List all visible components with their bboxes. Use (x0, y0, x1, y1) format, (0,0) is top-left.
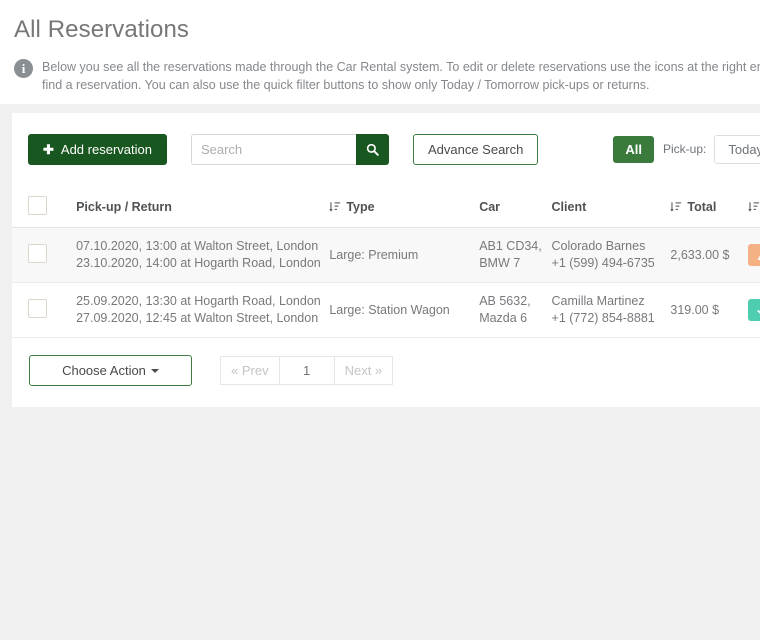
search-icon (366, 143, 379, 156)
status-badge: Confirmed (747, 299, 760, 321)
pickup-filter-label: Pick-up: (663, 142, 707, 156)
car-model: BMW 7 (479, 256, 521, 270)
info-circle-icon: i (14, 59, 33, 78)
advance-search-button[interactable]: Advance Search (412, 133, 539, 165)
page-description-line-1: Below you see all the reservations made … (42, 60, 760, 74)
search-submit-button[interactable] (355, 133, 389, 165)
sort-amount-icon (670, 202, 682, 212)
page-header: All Reservations i Below you see all the… (0, 0, 760, 104)
choose-action-dropdown[interactable]: Choose Action (29, 355, 192, 386)
chevron-down-icon (150, 369, 159, 373)
row-checkbox[interactable] (28, 244, 47, 263)
filter-all-button[interactable]: All (613, 135, 654, 163)
cell-status: Confirmed (747, 282, 760, 338)
header-car[interactable]: Car (479, 188, 552, 228)
return-datetime: 23.10.2020, 14:00 at Hogarth Road, Londo… (76, 256, 321, 270)
cell-car: AB1 CD34, BMW 7 (479, 227, 552, 283)
return-datetime: 27.09.2020, 12:45 at Walton Street, Lond… (76, 311, 319, 325)
row-checkbox[interactable] (28, 299, 47, 318)
page-description-line-2: find a reservation. You can also use the… (42, 78, 650, 92)
page-description: i Below you see all the reservations mad… (14, 58, 760, 94)
cell-total: 319.00 $ (670, 282, 748, 338)
filter-today-button[interactable]: Today (714, 134, 760, 164)
car-plate: AB 5632, (479, 294, 531, 308)
pagination-prev[interactable]: « Prev (220, 356, 280, 385)
table-head: Pick-up / Return Type Car Client Total (12, 188, 760, 228)
client-name: Colorado Barnes (551, 239, 646, 253)
table-row[interactable]: 25.09.2020, 13:30 at Hogarth Road, Londo… (12, 282, 760, 338)
add-reservation-label: Add reservation (60, 141, 152, 157)
header-type[interactable]: Type (329, 188, 480, 228)
search-input[interactable] (190, 133, 356, 165)
pickup-datetime: 07.10.2020, 13:00 at Walton Street, Lond… (76, 239, 319, 253)
pagination-page-1[interactable]: 1 (278, 356, 335, 385)
cell-client: Colorado Barnes +1 (599) 494-6735 (551, 227, 671, 283)
plus-icon: ✚ (43, 141, 54, 157)
header-total-label: Total (687, 200, 717, 214)
cell-total: 2,633.00 $ (670, 227, 748, 283)
quick-filters: All Pick-up: Today Tomorrow (613, 134, 760, 164)
car-plate: AB1 CD34, (479, 239, 542, 253)
choose-action-label: Choose Action (62, 363, 146, 378)
select-all-checkbox[interactable] (28, 196, 47, 215)
table-row[interactable]: 07.10.2020, 13:00 at Walton Street, Lond… (12, 227, 760, 283)
client-phone: +1 (599) 494-6735 (551, 256, 655, 270)
cell-type: Large: Station Wagon (329, 282, 480, 338)
header-client[interactable]: Client (551, 188, 671, 228)
cell-car: AB 5632, Mazda 6 (479, 282, 552, 338)
pickup-datetime: 25.09.2020, 13:30 at Hogarth Road, Londo… (76, 294, 321, 308)
client-phone: +1 (772) 854-8881 (551, 311, 655, 325)
card-footer: Choose Action « Prev 1 Next » (12, 338, 760, 386)
sort-amount-icon (748, 202, 760, 212)
table-header-row: Pick-up / Return Type Car Client Total (12, 188, 760, 228)
pagination-next[interactable]: Next » (333, 356, 394, 385)
row-select-cell (12, 282, 77, 338)
pagination: « Prev 1 Next » (220, 356, 394, 385)
reservations-table: Pick-up / Return Type Car Client Total 0… (12, 188, 760, 338)
search-group (190, 133, 389, 165)
header-pickup-return[interactable]: Pick-up / Return (76, 188, 330, 228)
reservations-card: ✚ Add reservation Advance Search All Pic… (12, 113, 760, 407)
car-model: Mazda 6 (479, 311, 528, 325)
client-name: Camilla Martinez (551, 294, 645, 308)
status-badge: Pending (747, 244, 760, 266)
page-title: All Reservations (14, 16, 190, 43)
cell-status: Pending (747, 227, 760, 283)
cell-pickup-return: 07.10.2020, 13:00 at Walton Street, Lond… (76, 227, 330, 283)
header-type-label: Type (346, 200, 375, 214)
header-total[interactable]: Total (670, 188, 748, 228)
row-select-cell (12, 227, 77, 283)
add-reservation-button[interactable]: ✚ Add reservation (28, 133, 167, 165)
table-body: 07.10.2020, 13:00 at Walton Street, Lond… (12, 227, 760, 338)
header-status[interactable]: Status (747, 188, 760, 228)
toolbar: ✚ Add reservation Advance Search All Pic… (12, 132, 760, 166)
cell-type: Large: Premium (329, 227, 480, 283)
cell-client: Camilla Martinez +1 (772) 854-8881 (551, 282, 671, 338)
sort-amount-icon (329, 202, 341, 212)
header-select-all (12, 188, 77, 228)
cell-pickup-return: 25.09.2020, 13:30 at Hogarth Road, Londo… (76, 282, 330, 338)
page-description-text: Below you see all the reservations made … (42, 58, 760, 94)
